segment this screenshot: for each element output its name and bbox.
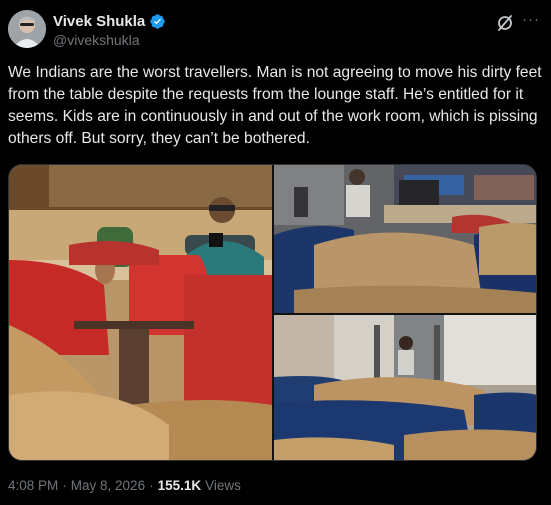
views-count[interactable]: 155.1K xyxy=(158,478,202,493)
photo-lounge-counter[interactable] xyxy=(274,165,536,313)
tweet-meta: 4:08 PM · May 8, 2026 · 155.1K Views xyxy=(8,478,241,493)
views-label: Views xyxy=(205,478,241,493)
author-name[interactable]: Vivek Shukla xyxy=(53,13,145,30)
photo-lounge-chairs[interactable] xyxy=(274,315,536,460)
author-name-row: Vivek Shukla xyxy=(53,11,166,31)
author-handle[interactable]: @vivekshukla xyxy=(53,32,140,48)
tweet-date[interactable]: May 8, 2026 xyxy=(71,478,145,493)
grok-icon[interactable] xyxy=(495,13,515,33)
meta-separator: · xyxy=(149,478,154,493)
media-grid xyxy=(8,164,537,461)
meta-separator: · xyxy=(62,478,67,493)
verified-badge-icon[interactable] xyxy=(149,13,166,30)
tweet-card: Vivek Shukla @vivekshukla ··· We Indians… xyxy=(0,0,551,505)
author-avatar[interactable] xyxy=(8,10,46,48)
photo-lounge-man[interactable] xyxy=(9,165,272,460)
tweet-time[interactable]: 4:08 PM xyxy=(8,478,58,493)
more-options-icon[interactable]: ··· xyxy=(520,11,542,31)
tweet-text: We Indians are the worst travellers. Man… xyxy=(8,64,542,147)
